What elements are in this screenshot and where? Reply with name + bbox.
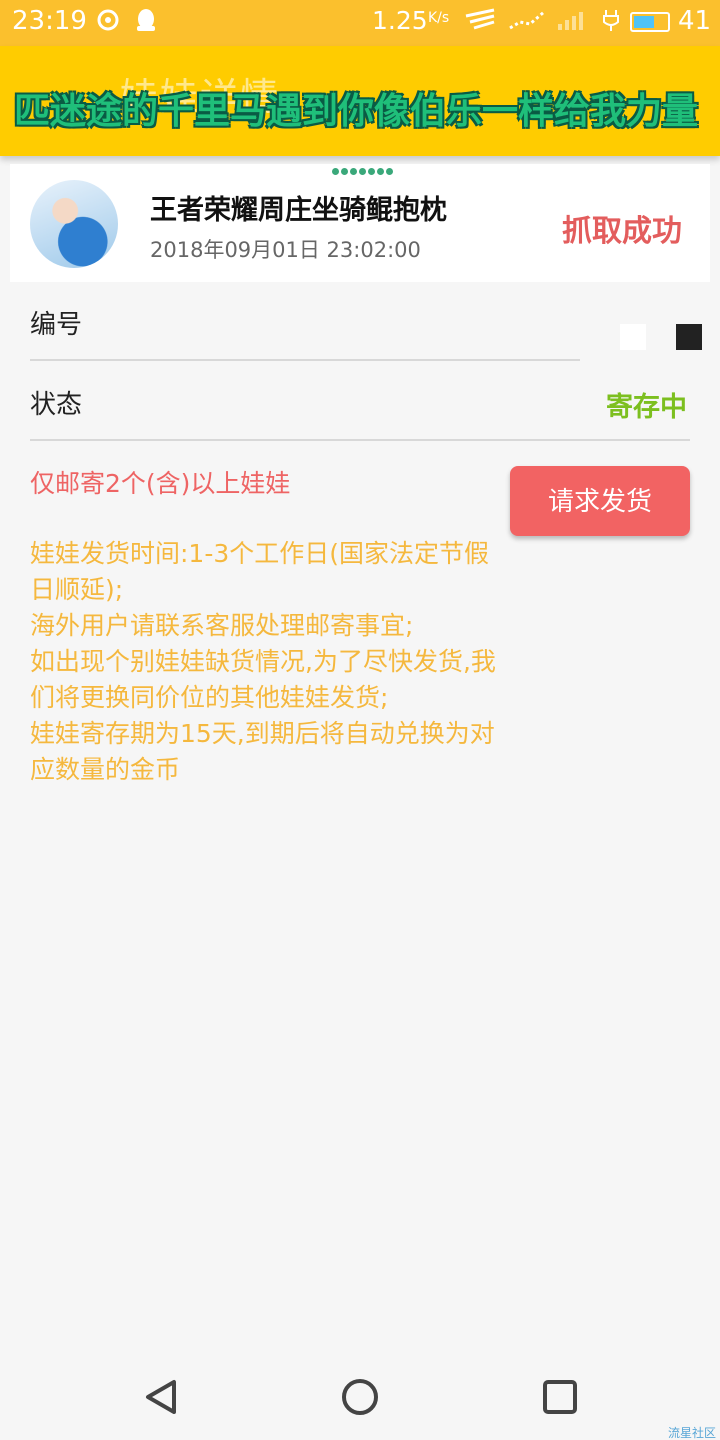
info-line: 海外用户请联系客服处理邮寄事宜; xyxy=(30,611,414,640)
battery-level: 41 xyxy=(678,6,712,36)
product-image xyxy=(30,180,118,268)
recents-icon[interactable] xyxy=(535,1372,585,1422)
marquee-banner: 匹迷途的千里马遇到你像伯乐一样给我力量 xyxy=(14,91,699,132)
capture-status: 抓取成功 xyxy=(562,214,682,249)
status-bar: 23:19 1.25 K/s 41 xyxy=(0,0,720,46)
signal-icon xyxy=(556,8,590,38)
weibo-icon xyxy=(96,8,120,38)
network-speed: 1.25 xyxy=(372,6,428,35)
product-name: 王者荣耀周庄坐骑鲲抱枕 xyxy=(150,195,447,226)
status-time: 23:19 xyxy=(12,6,87,36)
info-line: 如出现个别娃娃缺货情况,为了尽快发货,我们将更换同价位的其他娃娃发货; xyxy=(30,647,496,712)
info-line: 娃娃发货时间:1-3个工作日(国家法定节假日顺延); xyxy=(30,539,490,604)
charging-icon xyxy=(602,8,620,38)
home-icon[interactable] xyxy=(335,1372,385,1422)
divider xyxy=(30,359,580,361)
request-shipping-button[interactable]: 请求发货 xyxy=(510,466,690,536)
state-label: 状态 xyxy=(30,390,83,420)
id-label: 编号 xyxy=(30,310,83,340)
state-value: 寄存中 xyxy=(606,392,687,423)
data-icon xyxy=(508,8,548,38)
network-speed-unit: K/s xyxy=(428,10,450,26)
id-value-block-light xyxy=(620,324,646,350)
qq-icon xyxy=(134,8,158,40)
product-date: 2018年09月01日 23:02:00 xyxy=(150,238,421,262)
back-icon[interactable] xyxy=(136,1372,186,1422)
id-value-block-dark xyxy=(676,324,702,350)
header-bar: 娃娃详情 匹迷途的千里马遇到你像伯乐一样给我力量 xyxy=(0,46,720,156)
watermark: 流星社区 xyxy=(668,1426,717,1440)
product-card[interactable]: 王者荣耀周庄坐骑鲲抱枕 2018年09月01日 23:02:00 抓取成功 xyxy=(10,164,710,282)
battery-icon xyxy=(630,12,670,32)
info-line: 娃娃寄存期为15天,到期后将自动兑换为对应数量的金币 xyxy=(30,719,495,784)
loading-dots xyxy=(332,168,393,175)
shipping-info: 娃娃发货时间:1-3个工作日(国家法定节假日顺延); 海外用户请联系客服处理邮寄… xyxy=(30,536,500,788)
system-nav-bar xyxy=(0,1354,720,1440)
divider xyxy=(30,439,690,441)
shipping-notice: 仅邮寄2个(含)以上娃娃 xyxy=(30,469,291,498)
wifi-icon xyxy=(464,8,498,38)
